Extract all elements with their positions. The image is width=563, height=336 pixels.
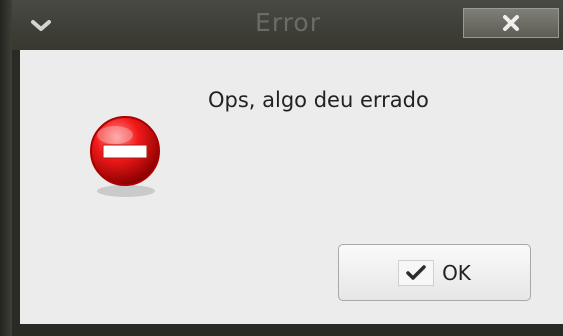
dialog-content: Ops, algo deu errado OK — [20, 50, 563, 324]
window-title: Error — [255, 8, 321, 37]
window-menu-button[interactable] — [24, 11, 58, 39]
error-dialog-window: Error Ops, algo deu errado OK — [0, 0, 563, 336]
chevron-down-icon — [31, 20, 51, 31]
window-left-frame — [0, 0, 12, 336]
close-button[interactable] — [463, 8, 559, 38]
titlebar[interactable]: Error — [12, 0, 563, 50]
error-stop-icon — [90, 116, 160, 197]
check-icon — [398, 259, 435, 286]
close-icon — [503, 15, 519, 31]
ok-button[interactable]: OK — [338, 244, 531, 301]
ok-button-label: OK — [442, 260, 471, 285]
window-bottom-frame — [12, 324, 563, 336]
error-message: Ops, algo deu errado — [208, 88, 429, 112]
